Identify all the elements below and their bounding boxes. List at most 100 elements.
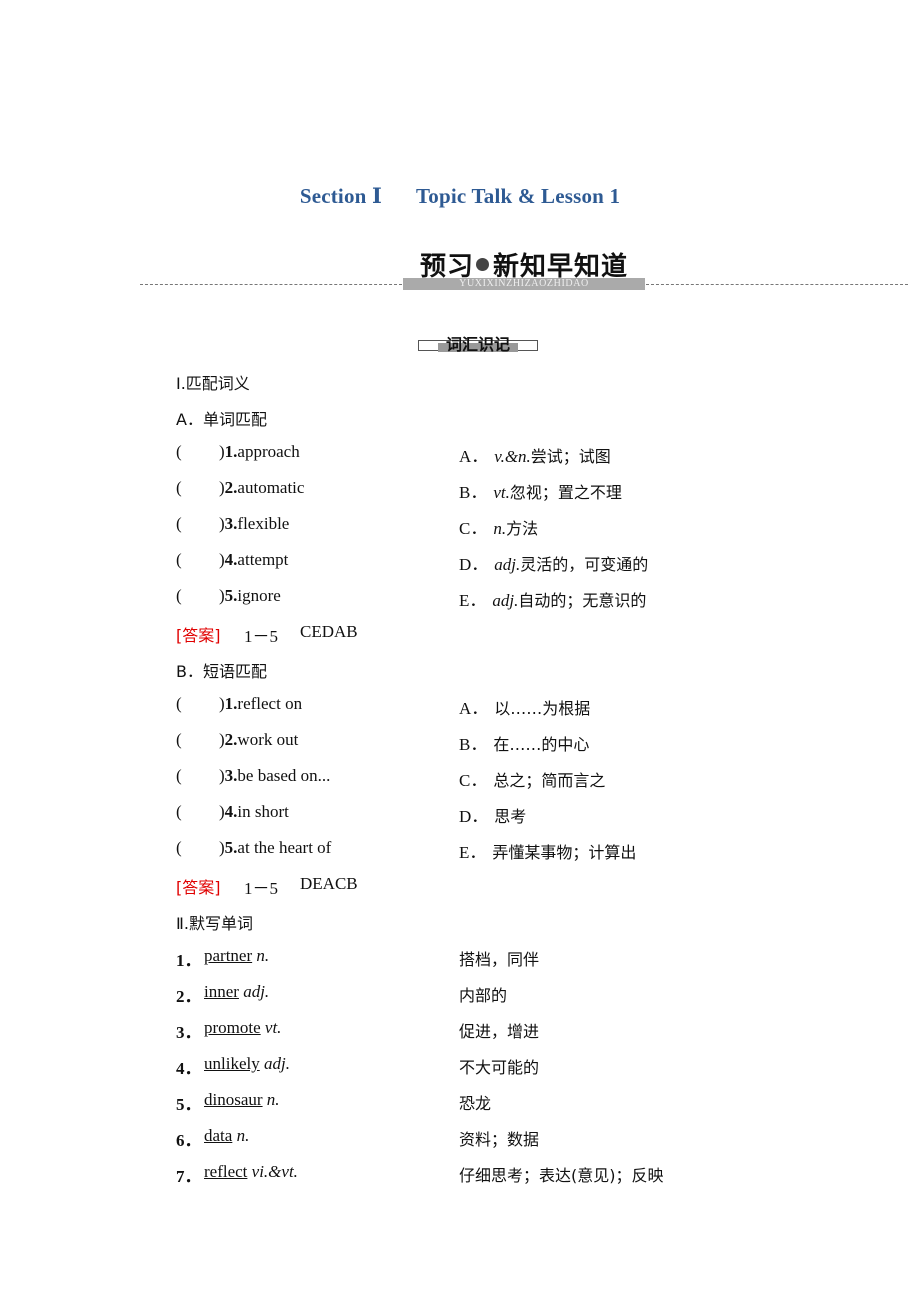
item-number: 1. — [224, 694, 238, 713]
item-number: 5. — [224, 838, 238, 857]
word-number: 7． — [176, 1167, 202, 1186]
option-meaning: 弄懂某事物；计算出 — [492, 843, 637, 862]
option-letter: B． — [459, 483, 488, 502]
answer-blank-open[interactable]: ( — [176, 478, 182, 498]
word-meaning: 搭档，同伴 — [459, 950, 540, 969]
answer-blank-open[interactable]: ( — [176, 838, 182, 858]
answer-blank-open[interactable]: ( — [176, 730, 182, 750]
word-pos: n. — [256, 946, 270, 965]
answer-blank-open[interactable]: ( — [176, 802, 182, 822]
word-entry: unlikely adj. — [204, 1054, 290, 1074]
match-item: )1.approach — [219, 442, 300, 462]
item-term: attempt — [237, 550, 289, 569]
match-option: C． n.方法 — [459, 514, 538, 539]
answer-blank-open[interactable]: ( — [176, 514, 182, 534]
option-meaning: 尝试；试图 — [530, 447, 611, 466]
option-letter: C． — [459, 519, 488, 538]
word-answer: reflect — [204, 1162, 248, 1181]
word-entry: data n. — [204, 1126, 249, 1146]
item-term: in short — [237, 802, 289, 821]
option-meaning: 忽视；置之不理 — [509, 483, 622, 502]
word-answer: inner — [204, 982, 239, 1001]
word-number: 2． — [176, 987, 202, 1006]
section-title: Section Ⅰ Topic Talk & Lesson 1 — [0, 183, 920, 209]
item-number: 4. — [224, 550, 238, 569]
match-item: )5.ignore — [219, 586, 281, 606]
word-entry: partner n. — [204, 946, 269, 966]
arrow-bullet-icon — [476, 258, 490, 271]
item-number: 2. — [224, 730, 238, 749]
option-letter: E． — [459, 843, 487, 862]
item-term: ignore — [237, 586, 281, 605]
word-entry: dinosaur n. — [204, 1090, 280, 1110]
option-meaning: 总之；简而言之 — [493, 771, 606, 790]
word-number: 5． — [176, 1095, 202, 1114]
word-pos: vi.&vt. — [251, 1162, 298, 1181]
preview-banner: 预习 新知早知道 YUXIXINZHIZAOZHIDAO — [0, 246, 920, 296]
match-item: )3.flexible — [219, 514, 289, 534]
answer-blank-open[interactable]: ( — [176, 766, 182, 786]
item-number: 4. — [224, 802, 238, 821]
word-answer: dinosaur — [204, 1090, 263, 1109]
part2-heading-text: Ⅱ.默写单词 — [176, 914, 253, 933]
answer-blank-open[interactable]: ( — [176, 586, 182, 606]
item-number: 2. — [224, 478, 238, 497]
lesson-title: Topic Talk & Lesson 1 — [416, 184, 621, 208]
item-term: reflect on — [237, 694, 303, 713]
match-item: )1.reflect on — [219, 694, 302, 714]
item-number: 3. — [224, 766, 238, 785]
match-item: )5.at the heart of — [219, 838, 331, 858]
match-item: )4.in short — [219, 802, 289, 822]
match-item: )2.work out — [219, 730, 298, 750]
word-meaning: 恐龙 — [459, 1094, 492, 1113]
item-number: 3. — [224, 514, 238, 533]
option-letter: A． — [459, 447, 489, 466]
option-pos: vt. — [493, 483, 510, 502]
answer-value: DEACB — [300, 874, 358, 893]
vocab-tag-label: 词汇识记 — [445, 335, 510, 354]
option-pos: v.&n. — [494, 447, 531, 466]
word-answer: promote — [204, 1018, 261, 1037]
answer-range: 1－5 — [244, 627, 278, 646]
answer-blank-open[interactable]: ( — [176, 694, 182, 714]
item-term: work out — [237, 730, 299, 749]
match-item: )4.attempt — [219, 550, 288, 570]
match-option: A． 以……为根据 — [459, 694, 590, 719]
part1-b-heading-text: B．短语匹配 — [176, 662, 267, 681]
word-meaning: 仔细思考；表达(意见)；反映 — [459, 1166, 664, 1185]
word-pos: vt. — [264, 1018, 282, 1037]
option-meaning: 灵活的，可变通的 — [520, 555, 649, 574]
part1-heading-text: Ⅰ.匹配词义 — [176, 374, 250, 393]
option-meaning: 自动的；无意识的 — [518, 591, 647, 610]
item-term: flexible — [237, 514, 290, 533]
section-number: Section Ⅰ — [299, 184, 383, 208]
vocab-tag: 词汇识记 — [418, 333, 538, 354]
answer-blank-open[interactable]: ( — [176, 550, 182, 570]
option-pos: adj. — [492, 591, 519, 610]
word-pos: adj. — [263, 1054, 290, 1073]
word-meaning: 促进，增进 — [459, 1022, 540, 1041]
match-option: B． 在……的中心 — [459, 730, 589, 755]
answer-range: 1－5 — [244, 879, 278, 898]
option-letter: D． — [459, 807, 489, 826]
item-term: at the heart of — [237, 838, 332, 857]
word-meaning: 内部的 — [459, 986, 508, 1005]
answer-label: [答案] — [176, 626, 221, 645]
answer-blank-open[interactable]: ( — [176, 442, 182, 462]
word-pos: n. — [266, 1090, 280, 1109]
word-answer: unlikely — [204, 1054, 260, 1073]
word-entry: reflect vi.&vt. — [204, 1162, 298, 1182]
option-letter: C． — [459, 771, 488, 790]
dashed-divider-left — [140, 284, 402, 285]
match-item: )2.automatic — [219, 478, 304, 498]
option-meaning: 在……的中心 — [493, 735, 590, 754]
match-option: C． 总之；简而言之 — [459, 766, 605, 791]
match-option: E． 弄懂某事物；计算出 — [459, 838, 636, 863]
match-option: E． adj.自动的；无意识的 — [459, 586, 646, 611]
item-term: be based on... — [237, 766, 331, 785]
match-option: D． 思考 — [459, 802, 526, 827]
item-term: approach — [237, 442, 300, 461]
answer-label: [答案] — [176, 878, 221, 897]
option-letter: A． — [459, 699, 489, 718]
word-number: 4． — [176, 1059, 202, 1078]
